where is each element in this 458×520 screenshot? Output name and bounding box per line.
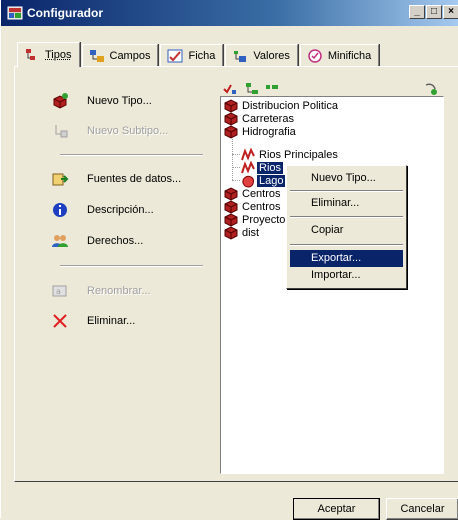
- valores-icon: [234, 50, 247, 62]
- nuevo-tipo-label: Nuevo Tipo...: [87, 95, 152, 107]
- tab-ficha[interactable]: Ficha: [160, 44, 224, 66]
- type-cube-icon: [224, 213, 238, 227]
- minificha-icon: [308, 48, 322, 63]
- ctx-separator: [290, 244, 403, 246]
- eliminar-label: Eliminar...: [87, 315, 136, 327]
- tree-connector-h1: [232, 154, 240, 155]
- cancelar-button[interactable]: Cancelar: [386, 498, 458, 520]
- svg-text:a: a: [56, 287, 61, 296]
- tree-label: dist: [242, 227, 260, 239]
- context-menu: Nuevo Tipo... Eliminar... Copiar Exporta…: [286, 165, 407, 289]
- actions-separator: [60, 154, 203, 156]
- type-cube-icon: [224, 99, 238, 113]
- title-bar[interactable]: Configurador _ □ ×: [1, 0, 458, 26]
- tree-label: Distribucion Politica: [242, 100, 338, 112]
- expand-tree-icon[interactable]: [245, 82, 259, 96]
- refresh-icon[interactable]: [424, 82, 438, 96]
- type-cube-icon: [224, 200, 238, 214]
- tree-label: Rios Principales: [259, 149, 338, 161]
- tab-minificha[interactable]: Minificha: [299, 44, 380, 66]
- check-types-icon[interactable]: [223, 82, 237, 96]
- configurador-window: Configurador _ □ × Tipos Campos Ficha Va…: [0, 0, 458, 520]
- ctx-importar[interactable]: Importar...: [290, 267, 403, 284]
- data-sources-icon: [52, 173, 69, 186]
- lake-icon: [242, 175, 254, 188]
- descripcion-label: Descripción...: [87, 204, 154, 216]
- maximize-button[interactable]: □: [426, 5, 442, 19]
- ctx-nuevo-tipo[interactable]: Nuevo Tipo...: [290, 170, 403, 187]
- tree-label: Proyecto: [242, 214, 286, 226]
- tree-label: Centros: [242, 188, 281, 200]
- tree-label: Carreteras: [242, 113, 294, 125]
- tree-label: Hidrografia: [242, 126, 296, 138]
- fuentes-label: Fuentes de datos...: [87, 173, 182, 185]
- tree-connector-h3: [232, 180, 240, 181]
- tree-label: Rios: [257, 162, 284, 174]
- tab-tipos-label: Tipos: [45, 49, 72, 61]
- tab-valores-label: Valores: [253, 49, 290, 62]
- info-icon: [53, 203, 67, 217]
- app-icon: [7, 6, 23, 20]
- nuevo-subtipo-label: Nuevo Subtipo...: [87, 125, 169, 137]
- close-button[interactable]: ×: [443, 5, 458, 19]
- ficha-icon: [167, 49, 183, 62]
- campos-icon: [89, 49, 104, 62]
- new-subtype-icon: [55, 125, 68, 138]
- ctx-exportar[interactable]: Exportar...: [290, 250, 403, 267]
- tree-connector-vertical: [232, 139, 233, 180]
- window-title: Configurador: [27, 6, 103, 20]
- collapse-tree-icon[interactable]: [265, 82, 279, 96]
- users-icon: [52, 235, 68, 247]
- tree-label: Lago: [257, 175, 286, 187]
- delete-x-icon: [53, 314, 67, 328]
- ctx-eliminar[interactable]: Eliminar...: [290, 195, 403, 212]
- river-icon: [241, 161, 255, 174]
- tab-ficha-label: Ficha: [188, 49, 216, 62]
- tipos-icon: [26, 49, 35, 60]
- actions-separator-2: [60, 265, 203, 267]
- minimize-button[interactable]: _: [409, 5, 425, 19]
- tab-tipos[interactable]: Tipos: [17, 42, 80, 67]
- type-cube-icon: [224, 125, 238, 139]
- tree-connector-h2: [232, 167, 240, 168]
- type-cube-icon: [224, 187, 238, 201]
- ctx-copiar[interactable]: Copiar: [290, 222, 403, 239]
- type-cube-icon: [224, 226, 238, 240]
- river-icon: [241, 148, 255, 161]
- new-type-icon: [53, 93, 68, 109]
- derechos-label: Derechos...: [87, 235, 144, 247]
- ctx-separator: [290, 190, 403, 192]
- type-cube-icon: [224, 112, 238, 126]
- tab-campos-label: Campos: [109, 49, 151, 62]
- tab-valores[interactable]: Valores: [225, 44, 298, 66]
- tree-label: Centros: [242, 201, 281, 213]
- tab-minificha-label: Minificha: [327, 49, 372, 62]
- aceptar-button[interactable]: Aceptar: [293, 498, 380, 520]
- tab-campos[interactable]: Campos: [81, 44, 159, 66]
- renombrar-label: Renombrar...: [87, 285, 151, 297]
- rename-icon: a: [52, 285, 67, 297]
- ctx-separator: [290, 216, 403, 218]
- tab-strip: Tipos Campos Ficha Valores Minificha: [17, 42, 381, 67]
